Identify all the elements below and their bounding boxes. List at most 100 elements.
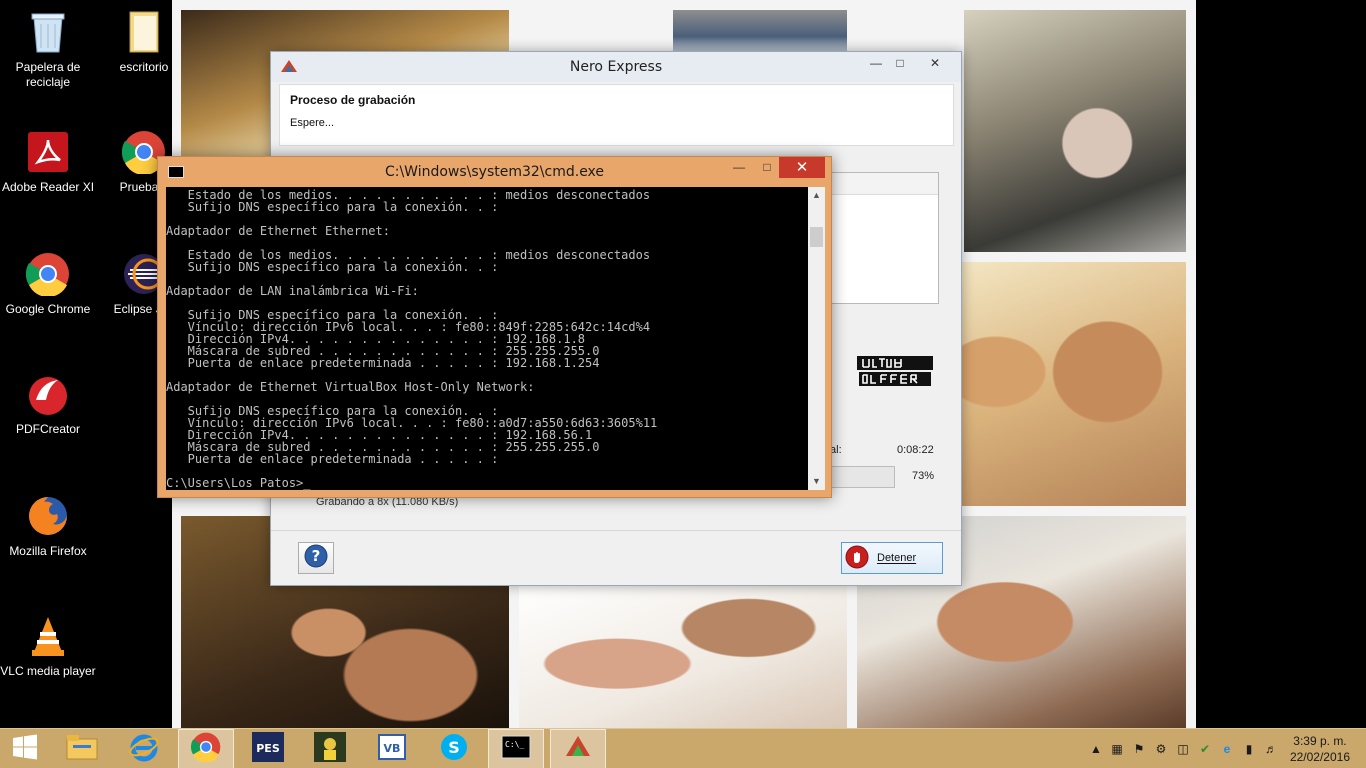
- taskbar-soccer-game[interactable]: [302, 729, 358, 768]
- console-line: Sufijo DNS específico para la conexión. …: [166, 200, 499, 214]
- minimize-button[interactable]: —: [863, 54, 889, 72]
- desktop-icon-adobe-reader[interactable]: Adobe Reader XI: [0, 128, 96, 195]
- antivirus-icon[interactable]: ✔: [1194, 742, 1216, 756]
- svg-text:VB: VB: [384, 742, 401, 755]
- desktop-icon-recycle-bin[interactable]: Papelera de reciclaje: [0, 8, 96, 90]
- divider: [271, 530, 961, 531]
- vlc-icon: [24, 612, 72, 660]
- burn-progress-bar: [827, 466, 895, 488]
- clock-date: 22/02/2016: [1289, 750, 1350, 764]
- recycle-bin-icon: [24, 8, 72, 56]
- close-button[interactable]: ✕: [779, 157, 825, 178]
- desktop-icon-label: escritorio: [119, 60, 169, 74]
- virtualbox-icon: VB: [377, 733, 407, 766]
- network-signal-icon[interactable]: ▮: [1238, 742, 1260, 756]
- taskbar-pes[interactable]: PES: [240, 729, 296, 768]
- taskbar-skype[interactable]: S: [426, 729, 482, 768]
- desktop-icon-pdfcreator[interactable]: PDFCreator: [0, 370, 96, 437]
- close-button[interactable]: ✕: [913, 54, 957, 72]
- stop-icon: [845, 545, 869, 572]
- desktop-icon-vlc[interactable]: VLC media player: [0, 612, 96, 679]
- svg-text:?: ?: [312, 547, 321, 565]
- taskbar-cmd[interactable]: C:\_: [488, 729, 544, 768]
- wallpaper-photo: [962, 262, 1186, 506]
- scroll-up-icon[interactable]: ▲: [808, 187, 825, 204]
- console-line: Adaptador de LAN inalámbrica Wi-Fi:: [166, 284, 419, 298]
- stop-button[interactable]: Detener: [841, 542, 943, 574]
- desktop-icon-label: Adobe Reader XI: [1, 180, 95, 194]
- nero-header-panel: Proceso de grabación Espere...: [279, 84, 954, 146]
- internet-explorer-icon: [128, 731, 160, 768]
- settings-gear-icon[interactable]: ⚙: [1150, 742, 1172, 756]
- taskbar: PES VB S C:\_ ▲ ▦ ⚑ ⚙ ◫ ✔ e ▮ ♬ 3:39 p. …: [0, 728, 1366, 768]
- desktop-icon-firefox[interactable]: Mozilla Firefox: [0, 492, 96, 559]
- maximize-button[interactable]: □: [887, 54, 913, 72]
- nero-titlebar[interactable]: Nero Express — □ ✕: [271, 52, 961, 82]
- svg-text:C:\_: C:\_: [505, 740, 524, 749]
- desktop-icon-escritorio[interactable]: escritorio: [96, 8, 192, 75]
- skype-icon: S: [439, 732, 469, 767]
- windows-flag-icon[interactable]: ▦: [1106, 742, 1128, 756]
- system-tray: ▲ ▦ ⚑ ⚙ ◫ ✔ e ▮ ♬: [1086, 729, 1282, 768]
- pes-game-icon: PES: [252, 731, 284, 767]
- wallpaper-photo: [964, 10, 1186, 252]
- battery-icon[interactable]: ◫: [1172, 742, 1194, 756]
- chrome-icon: [24, 250, 72, 298]
- taskbar-nero[interactable]: [550, 729, 606, 768]
- console-scrollbar[interactable]: ▲ ▼: [808, 187, 825, 490]
- file-explorer-icon: [65, 733, 99, 766]
- desktop-icon-label: Papelera de reciclaje: [15, 60, 81, 89]
- svg-text:S: S: [448, 738, 460, 757]
- progress-percent: 73%: [912, 470, 935, 482]
- taskbar-virtualbox[interactable]: VB: [364, 729, 420, 768]
- taskbar-chrome[interactable]: [178, 729, 234, 768]
- cmd-icon: C:\_: [501, 735, 531, 764]
- action-center-flag-icon[interactable]: ⚑: [1128, 742, 1150, 756]
- nero-icon: [563, 732, 593, 767]
- tray-expand-icon[interactable]: ▲: [1086, 742, 1106, 756]
- desktop-icon-google-chrome[interactable]: Google Chrome: [0, 250, 96, 317]
- svg-text:PES: PES: [256, 742, 280, 755]
- nero-window-title: Nero Express: [569, 59, 663, 75]
- minimize-button[interactable]: —: [726, 158, 752, 176]
- ultra-buffer-logo: [855, 354, 935, 388]
- desktop-icon-label: VLC media player: [0, 664, 96, 678]
- scroll-down-icon[interactable]: ▼: [808, 473, 825, 490]
- clock-time: 3:39 p. m.: [1293, 734, 1347, 748]
- console-line: Adaptador de Ethernet VirtualBox Host-On…: [166, 380, 535, 394]
- adobe-reader-icon: [24, 128, 72, 176]
- desktop-icon-label: Mozilla Firefox: [9, 544, 87, 558]
- pdfcreator-icon: [24, 370, 72, 418]
- wallpaper-photo: [673, 10, 847, 54]
- console-line: Puerta de enlace predeterminada . . . . …: [166, 452, 499, 466]
- maximize-button[interactable]: □: [754, 158, 780, 176]
- desktop-icon-label: Google Chrome: [5, 302, 91, 316]
- desktop-icon-label: PDFCreator: [15, 422, 80, 436]
- system-clock[interactable]: 3:39 p. m. 22/02/2016: [1290, 733, 1350, 765]
- cmd-titlebar[interactable]: C:\Windows\system32\cmd.exe — □ ✕: [158, 157, 831, 187]
- time-value: 0:08:22: [897, 444, 934, 456]
- status-text: Espere...: [290, 117, 335, 129]
- progress-fill: [828, 467, 877, 487]
- help-button[interactable]: ?: [298, 542, 334, 574]
- help-icon: ?: [304, 544, 328, 573]
- section-title: Proceso de grabación: [290, 93, 416, 107]
- console-line: Sufijo DNS específico para la conexión. …: [166, 260, 499, 274]
- wallpaper-photo: [519, 585, 847, 728]
- cmd-window[interactable]: C:\Windows\system32\cmd.exe — □ ✕ Estado…: [157, 156, 832, 498]
- taskbar-file-explorer[interactable]: [54, 729, 110, 768]
- console-line: Puerta de enlace predeterminada . . . . …: [166, 356, 600, 370]
- console-line: Adaptador de Ethernet Ethernet:: [166, 224, 390, 238]
- folder-icon: [120, 8, 168, 56]
- start-icon: [12, 734, 38, 765]
- start-button[interactable]: [0, 729, 50, 768]
- firefox-icon: [24, 492, 72, 540]
- soccer-game-icon: [314, 731, 346, 767]
- stop-button-label: Detener: [877, 552, 917, 564]
- volume-icon[interactable]: ♬: [1260, 742, 1282, 756]
- scroll-thumb[interactable]: [810, 227, 823, 247]
- taskbar-internet-explorer[interactable]: [116, 729, 172, 768]
- ie-tray-icon[interactable]: e: [1216, 742, 1238, 756]
- console-output[interactable]: Estado de los medios. . . . . . . . . . …: [166, 187, 808, 490]
- chrome-icon: [190, 732, 221, 767]
